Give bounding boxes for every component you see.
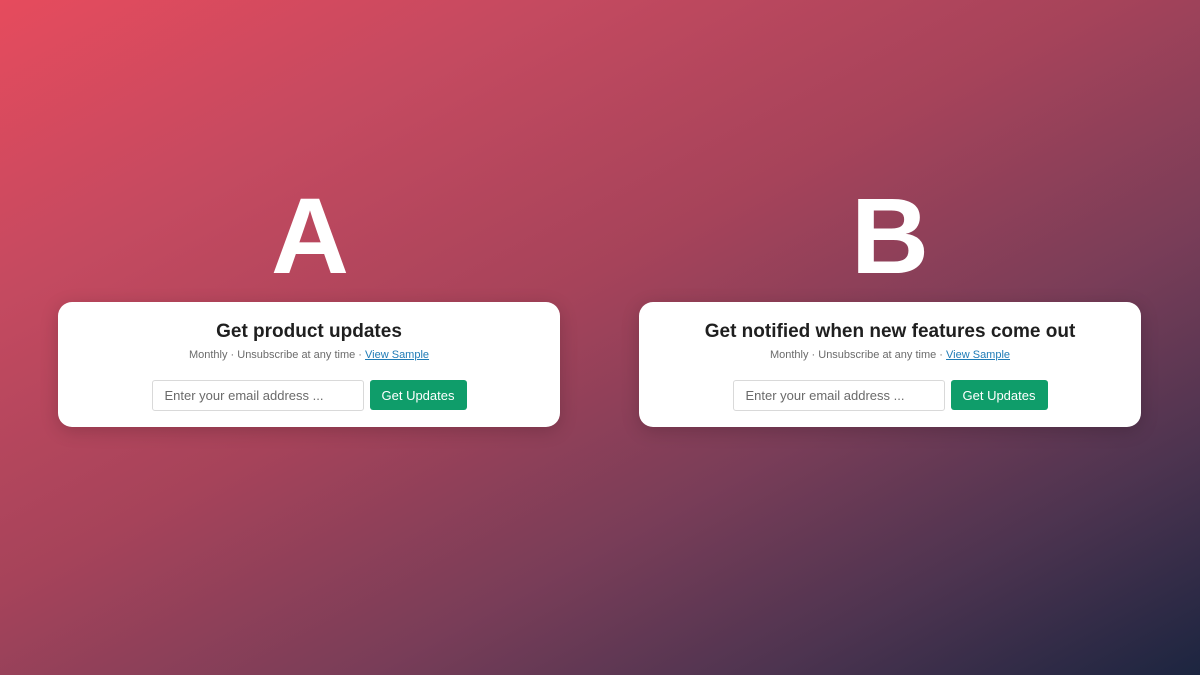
card-b-get-updates-button[interactable]: Get Updates <box>950 380 1048 410</box>
card-b-form: Get Updates <box>639 380 1141 411</box>
card-b-email-input[interactable] <box>732 380 945 411</box>
card-a-subtitle-text: Monthly · Unsubscribe at any time · <box>188 349 366 361</box>
card-a-view-sample-link[interactable]: View Sample <box>365 349 429 361</box>
card-b-subtitle-text: Monthly · Unsubscribe at any time · <box>769 349 947 361</box>
card-a-title: Get product updates <box>216 321 402 342</box>
variant-a-label: A <box>271 175 349 296</box>
signup-card-a: Get product updates Monthly · Unsubscrib… <box>58 302 560 427</box>
card-a-form: Get Updates <box>58 380 560 411</box>
card-a-get-updates-button[interactable]: Get Updates <box>369 380 467 410</box>
card-b-title: Get notified when new features come out <box>704 321 1076 342</box>
variant-b-label: B <box>851 175 929 296</box>
card-b-subtitle: Monthly · Unsubscribe at any time · View… <box>639 348 1141 362</box>
signup-card-b: Get notified when new features come out … <box>639 302 1141 427</box>
card-a-email-input[interactable] <box>151 380 364 411</box>
card-b-view-sample-link[interactable]: View Sample <box>946 349 1010 361</box>
card-a-subtitle: Monthly · Unsubscribe at any time · View… <box>58 348 560 362</box>
